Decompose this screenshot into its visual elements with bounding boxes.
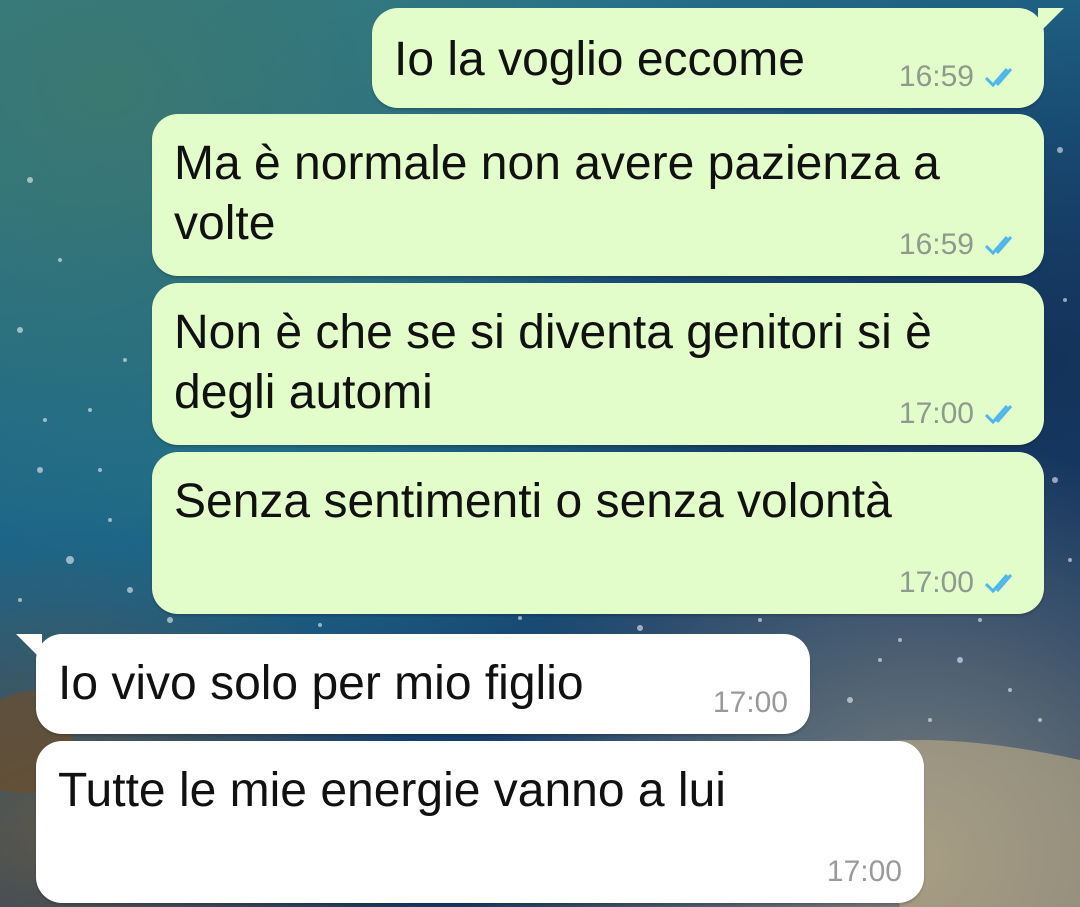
chat-message-outgoing[interactable]: Senza sentimenti o senza volontà 17:00 [152,452,1044,614]
message-text: Io la voglio eccome [394,33,805,86]
double-check-icon [984,65,1022,89]
message-time: 16:59 [898,228,974,261]
chat-message-incoming[interactable]: Tutte le mie energie vanno a lui 17:00 [36,741,924,903]
message-meta: 17:00 [899,399,1022,429]
message-time: 16:59 [898,60,974,93]
chat-message-outgoing[interactable]: Non è che se si diventa genitori si è de… [152,283,1044,445]
message-text: Non è che se si diventa genitori si è de… [174,306,932,419]
message-text: Io vivo solo per mio figlio [58,657,584,710]
message-meta: 17:00 [713,688,788,718]
chat-message-outgoing[interactable]: Io la voglio eccome 16:59 [372,8,1064,108]
chat-message-incoming[interactable]: Io vivo solo per mio figlio 17:00 [16,634,810,734]
double-check-icon [984,571,1022,595]
bubble-tail [16,634,42,660]
double-check-icon [984,402,1022,426]
message-time: 17:00 [898,397,974,430]
message-time: 17:00 [898,566,974,599]
message-meta: 17:00 [899,568,1022,598]
message-text: Ma è normale non avere pazienza a volte [174,137,940,250]
message-time: 17:00 [826,855,902,888]
double-check-icon [984,233,1022,257]
message-meta: 17:00 [827,857,902,887]
message-meta: 16:59 [899,62,1022,92]
bubble-tail [1038,8,1064,34]
message-time: 17:00 [712,686,788,719]
message-text: Senza sentimenti o senza volontà [174,475,892,528]
message-meta: 16:59 [899,230,1022,260]
chat-message-outgoing[interactable]: Ma è normale non avere pazienza a volte … [152,114,1044,276]
message-text: Tutte le mie energie vanno a lui [58,764,726,817]
